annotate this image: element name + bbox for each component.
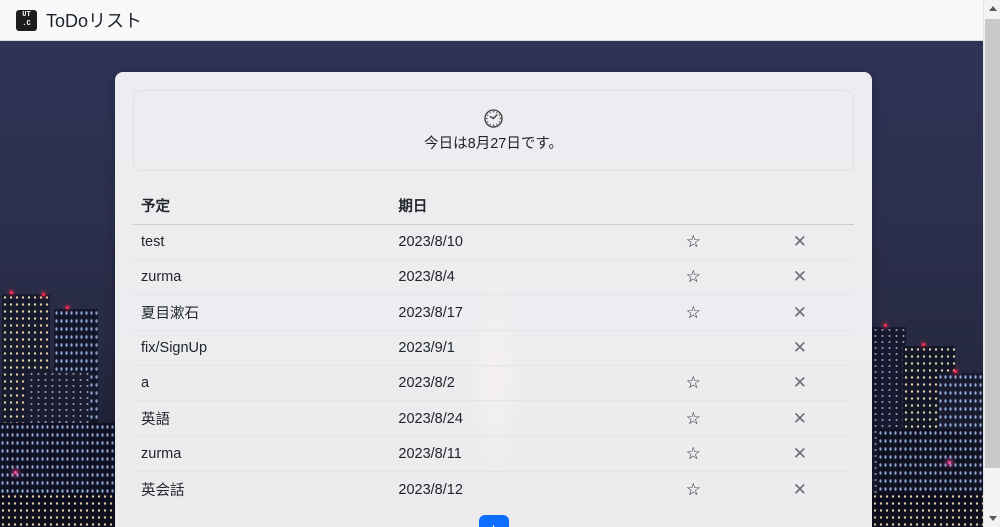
task-cell: 英会話 bbox=[133, 472, 390, 508]
task-cell: 英語 bbox=[133, 401, 390, 437]
favorite-cell: ☆ bbox=[641, 295, 746, 331]
delete-cell: ✕ bbox=[746, 260, 854, 295]
neon-light bbox=[14, 471, 17, 474]
logo-text-bottom: .C bbox=[22, 20, 30, 29]
header-favorite bbox=[641, 187, 746, 225]
favorite-cell: ☆ bbox=[641, 366, 746, 401]
navbar: UT .C ToDoリスト bbox=[0, 0, 983, 41]
due-cell: 2023/9/1 bbox=[390, 331, 640, 366]
star-icon[interactable]: ☆ bbox=[686, 303, 701, 322]
table-row: 夏目漱石 2023/8/17 ☆ ✕ bbox=[133, 295, 854, 331]
star-icon[interactable]: ☆ bbox=[686, 232, 701, 251]
building bbox=[872, 493, 983, 527]
today-date-message: 今日は8月27日です。 bbox=[424, 132, 563, 153]
add-button-row: + bbox=[133, 508, 854, 527]
due-cell: 2023/8/2 bbox=[390, 366, 640, 401]
star-icon[interactable]: ☆ bbox=[686, 444, 701, 463]
favorite-cell: ☆ bbox=[641, 225, 746, 260]
favorite-cell: ☆ bbox=[641, 437, 746, 472]
header-due: 期日 bbox=[390, 187, 640, 225]
delete-cell: ✕ bbox=[746, 295, 854, 331]
delete-cell: ✕ bbox=[746, 331, 854, 366]
task-cell: fix/SignUp bbox=[133, 331, 390, 366]
star-icon[interactable]: ☆ bbox=[686, 267, 701, 286]
delete-icon[interactable]: ✕ bbox=[793, 232, 807, 251]
scroll-down-arrow-icon[interactable] bbox=[984, 510, 1000, 527]
favorite-cell: ☆ bbox=[641, 472, 746, 508]
task-cell: zurma bbox=[133, 260, 390, 295]
table-row: 英会話 2023/8/12 ☆ ✕ bbox=[133, 472, 854, 508]
delete-icon[interactable]: ✕ bbox=[793, 409, 807, 428]
scroll-up-arrow-icon[interactable] bbox=[984, 0, 1000, 17]
table-row: zurma 2023/8/4 ☆ ✕ bbox=[133, 260, 854, 295]
table-row: zurma 2023/8/11 ☆ ✕ bbox=[133, 437, 854, 472]
due-cell: 2023/8/11 bbox=[390, 437, 640, 472]
header-task: 予定 bbox=[133, 187, 390, 225]
favorite-cell: ☆ bbox=[641, 401, 746, 437]
header-delete bbox=[746, 187, 854, 225]
todo-card: 今日は8月27日です。 予定 期日 test 2023/8/10 ☆ ✕ zur… bbox=[115, 72, 872, 527]
delete-icon[interactable]: ✕ bbox=[793, 267, 807, 286]
star-icon[interactable]: ☆ bbox=[686, 409, 701, 428]
date-info-box: 今日は8月27日です。 bbox=[133, 90, 854, 171]
task-cell: test bbox=[133, 225, 390, 260]
aviation-light bbox=[42, 293, 45, 296]
app-title: ToDoリスト bbox=[46, 7, 142, 33]
delete-cell: ✕ bbox=[746, 401, 854, 437]
due-cell: 2023/8/12 bbox=[390, 472, 640, 508]
star-icon[interactable]: ☆ bbox=[686, 480, 701, 499]
table-body: test 2023/8/10 ☆ ✕ zurma 2023/8/4 ☆ ✕ 夏目… bbox=[133, 225, 854, 508]
table-row: fix/SignUp 2023/9/1 ✕ bbox=[133, 331, 854, 366]
due-cell: 2023/8/24 bbox=[390, 401, 640, 437]
scrollbar-thumb[interactable] bbox=[985, 19, 1000, 468]
table-header-row: 予定 期日 bbox=[133, 187, 854, 225]
favorite-cell bbox=[641, 331, 746, 366]
logo-text-top: UT bbox=[22, 11, 30, 20]
delete-icon[interactable]: ✕ bbox=[793, 338, 807, 357]
task-cell: zurma bbox=[133, 437, 390, 472]
due-cell: 2023/8/17 bbox=[390, 295, 640, 331]
due-cell: 2023/8/10 bbox=[390, 225, 640, 260]
favorite-cell: ☆ bbox=[641, 260, 746, 295]
vertical-scrollbar[interactable] bbox=[983, 0, 1000, 527]
task-cell: 夏目漱石 bbox=[133, 295, 390, 331]
aviation-light bbox=[10, 291, 13, 294]
aviation-light bbox=[954, 370, 957, 373]
app-logo-icon: UT .C bbox=[16, 10, 37, 31]
aviation-light bbox=[884, 324, 887, 327]
table-row: a 2023/8/2 ☆ ✕ bbox=[133, 366, 854, 401]
due-cell: 2023/8/4 bbox=[390, 260, 640, 295]
delete-cell: ✕ bbox=[746, 366, 854, 401]
table-row: test 2023/8/10 ☆ ✕ bbox=[133, 225, 854, 260]
task-cell: a bbox=[133, 366, 390, 401]
delete-icon[interactable]: ✕ bbox=[793, 444, 807, 463]
todo-table: 予定 期日 test 2023/8/10 ☆ ✕ zurma 2023/8/4 … bbox=[133, 187, 854, 508]
delete-icon[interactable]: ✕ bbox=[793, 480, 807, 499]
neon-light bbox=[948, 461, 951, 464]
clock-icon bbox=[483, 108, 504, 129]
aviation-light bbox=[66, 306, 69, 309]
star-icon[interactable]: ☆ bbox=[686, 373, 701, 392]
delete-cell: ✕ bbox=[746, 225, 854, 260]
aviation-light bbox=[922, 343, 925, 346]
table-row: 英語 2023/8/24 ☆ ✕ bbox=[133, 401, 854, 437]
add-todo-button[interactable]: + bbox=[479, 515, 509, 527]
delete-icon[interactable]: ✕ bbox=[793, 303, 807, 322]
delete-icon[interactable]: ✕ bbox=[793, 373, 807, 392]
delete-cell: ✕ bbox=[746, 472, 854, 508]
delete-cell: ✕ bbox=[746, 437, 854, 472]
building bbox=[0, 493, 115, 527]
